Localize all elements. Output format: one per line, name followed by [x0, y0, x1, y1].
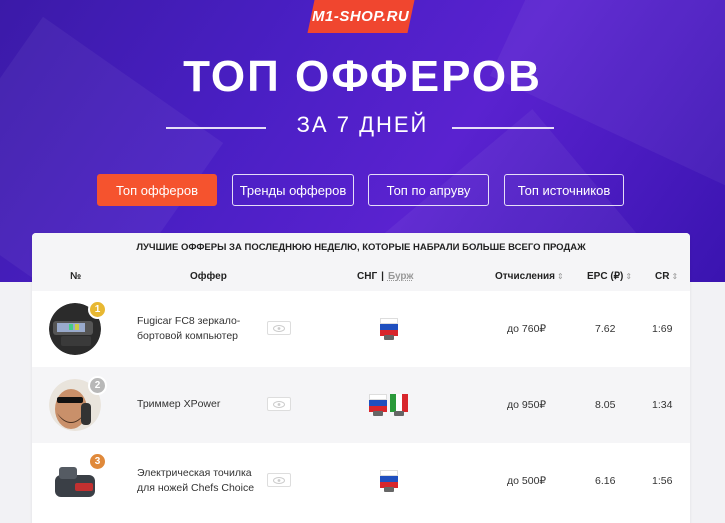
offer-name[interactable]: Fugicar FC8 зеркало- бортовой компьютер — [137, 314, 257, 344]
col-region: СНГ | Бурж — [357, 271, 414, 282]
region-burj[interactable]: Бурж — [388, 271, 414, 282]
table-caption: ЛУЧШИЕ ОФФЕРЫ ЗА ПОСЛЕДНЮЮ НЕДЕЛЮ, КОТОР… — [136, 242, 586, 253]
tab-top-offers[interactable]: Топ офферов — [97, 174, 217, 206]
page-title: ТОП ОФФЕРОВ — [183, 52, 542, 101]
offer-name-line: Fugicar FC8 зеркало- — [137, 315, 241, 327]
rank-badge: 1 — [88, 300, 107, 319]
sort-icon: ⇕ — [671, 272, 679, 281]
cr-value: 1:34 — [652, 399, 673, 411]
offer-name-line: для ножей Chefs Choice — [137, 482, 255, 494]
rank-badge: 2 — [88, 376, 107, 395]
table-row[interactable]: 3 Электрическая точилка для ножей Chefs … — [32, 443, 690, 519]
offer-name-line: бортовой компьютер — [137, 330, 239, 342]
flag-it-icon — [390, 394, 408, 416]
table-row[interactable]: 2 Триммер XPower до 950₽ 8.05 1:34 — [32, 367, 690, 443]
preview-eye-icon[interactable] — [267, 321, 291, 335]
epc-value: 7.62 — [595, 323, 616, 335]
table-header: ЛУЧШИЕ ОФФЕРЫ ЗА ПОСЛЕДНЮЮ НЕДЕЛЮ, КОТОР… — [32, 233, 690, 291]
logo-text: M1-SHOP.RU — [312, 8, 410, 25]
epc-value: 6.16 — [595, 475, 616, 487]
page-subtitle: ЗА 7 ДНЕЙ — [296, 112, 429, 137]
col-payout-label: Отчисления — [495, 271, 555, 282]
col-cr[interactable]: CR ⇕ — [655, 271, 678, 282]
flag-ru-icon — [369, 394, 387, 416]
offer-name-line: Триммер XPower — [137, 398, 221, 410]
offer-name-line: Электрическая точилка — [137, 467, 252, 479]
payout-value: до 500₽ — [507, 475, 547, 487]
geo-flags — [369, 394, 408, 416]
preview-eye-icon[interactable] — [267, 473, 291, 487]
tab-bar: Топ офферов Тренды офферов Топ по апруву… — [0, 174, 725, 206]
flag-ru-icon — [380, 470, 398, 492]
table-row[interactable]: 1 Fugicar FC8 зеркало- бортовой компьюте… — [32, 291, 690, 367]
subtitle-row: ЗА 7 ДНЕЙ — [0, 112, 725, 142]
divider-line — [452, 127, 554, 129]
region-cis[interactable]: СНГ — [357, 271, 377, 282]
region-separator: | — [381, 271, 384, 282]
offers-table: ЛУЧШИЕ ОФФЕРЫ ЗА ПОСЛЕДНЮЮ НЕДЕЛЮ, КОТОР… — [32, 233, 690, 523]
tab-offer-trends[interactable]: Тренды офферов — [232, 174, 354, 206]
cr-value: 1:56 — [652, 475, 673, 487]
col-epc[interactable]: EPC (₽) ⇕ — [587, 271, 632, 282]
payout-value: до 760₽ — [507, 323, 547, 335]
col-cr-label: CR — [655, 271, 670, 282]
col-num: № — [70, 271, 82, 282]
offer-name[interactable]: Электрическая точилка для ножей Chefs Ch… — [137, 466, 257, 496]
epc-value: 8.05 — [595, 399, 616, 411]
site-logo[interactable]: M1-SHOP.RU — [307, 0, 415, 33]
tab-top-sources[interactable]: Топ источников — [504, 174, 624, 206]
col-epc-label: EPC (₽) — [587, 271, 624, 282]
col-payout[interactable]: Отчисления ⇕ — [495, 271, 564, 282]
flag-ru-icon — [380, 318, 398, 340]
rank-badge: 3 — [88, 452, 107, 471]
offer-name[interactable]: Триммер XPower — [137, 397, 257, 412]
sort-icon: ⇕ — [625, 272, 633, 281]
geo-flags — [380, 318, 398, 340]
sort-icon: ⇕ — [557, 272, 564, 281]
payout-value: до 950₽ — [507, 399, 547, 411]
col-offer: Оффер — [190, 271, 227, 282]
geo-flags — [380, 470, 398, 492]
tab-top-approve[interactable]: Топ по апруву — [368, 174, 489, 206]
preview-eye-icon[interactable] — [267, 397, 291, 411]
cr-value: 1:69 — [652, 323, 673, 335]
